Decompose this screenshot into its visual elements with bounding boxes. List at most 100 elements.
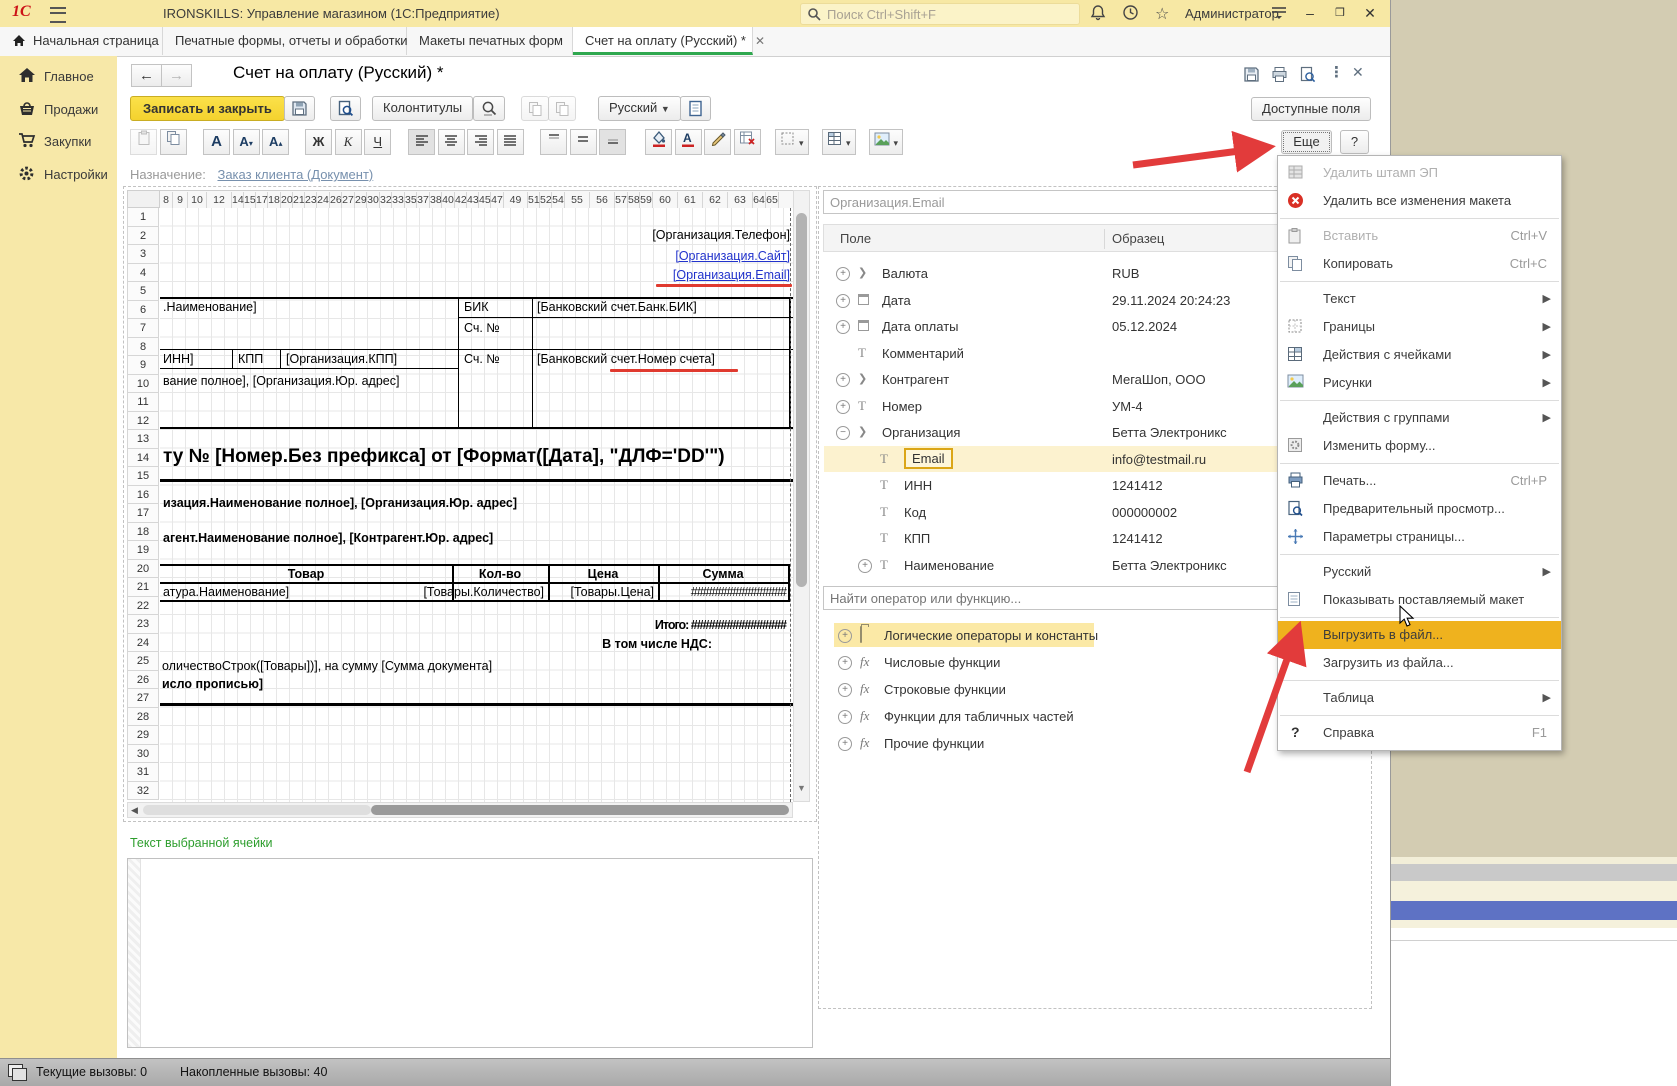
- column-header-17[interactable]: 17: [256, 192, 268, 209]
- column-header-60[interactable]: 60: [653, 192, 678, 209]
- column-header-55[interactable]: 55: [565, 192, 590, 209]
- row-header-2[interactable]: 2: [127, 227, 159, 246]
- sheet-cell-text[interactable]: [Организация.КПП]: [286, 352, 397, 366]
- sheet-cell-text[interactable]: Итого: ################: [655, 618, 786, 632]
- sheet-cell-text[interactable]: [Банковский счет.Банк.БИК]: [537, 300, 697, 314]
- menu-item-26[interactable]: ?СправкаF1: [1278, 719, 1561, 747]
- find-button[interactable]: [473, 96, 505, 121]
- field-label[interactable]: КПП: [904, 531, 930, 546]
- kebab-menu-icon[interactable]: ⋮: [1329, 63, 1344, 81]
- help-button[interactable]: ?: [1340, 130, 1369, 154]
- edit-cell-button[interactable]: [704, 129, 731, 155]
- row-header-26[interactable]: 26: [127, 671, 159, 690]
- row-header-6[interactable]: 6: [127, 301, 159, 320]
- save-icon[interactable]: [1243, 66, 1260, 86]
- maximize-button[interactable]: ❒: [1327, 3, 1353, 23]
- copy-columns-button[interactable]: [548, 96, 576, 121]
- scroll-left-icon[interactable]: ◀: [131, 805, 138, 816]
- insert-picture-button[interactable]: ▾: [869, 129, 903, 155]
- row-header-32[interactable]: 32: [127, 782, 159, 801]
- column-header-35[interactable]: 35: [405, 192, 417, 209]
- sheet-cell-text[interactable]: [Организация.Сайт]: [675, 249, 790, 263]
- sheet-cell-text[interactable]: оличествоСтрок([Товары])], на сумму [Сум…: [162, 659, 492, 673]
- cell-actions-button[interactable]: ▾: [822, 129, 856, 155]
- nav-forward-button[interactable]: →: [161, 64, 192, 87]
- valign-top-button[interactable]: [540, 129, 567, 155]
- increase-font-button[interactable]: A▴: [262, 129, 289, 155]
- save-and-close-button[interactable]: Записать и закрыть: [130, 96, 285, 121]
- row-header-20[interactable]: 20: [127, 560, 159, 579]
- menu-item-24[interactable]: Таблица▶: [1278, 684, 1561, 712]
- menu-item-8[interactable]: Действия с ячейками▶: [1278, 341, 1561, 369]
- column-header-30[interactable]: 30: [367, 192, 380, 209]
- tab-0[interactable]: Начальная страница: [0, 27, 163, 55]
- column-header-43[interactable]: 43: [467, 192, 479, 209]
- expand-plus-icon[interactable]: +: [838, 683, 852, 697]
- tab-3[interactable]: Счет на оплату (Русский) *✕: [573, 27, 753, 55]
- column-header-33[interactable]: 33: [392, 192, 405, 209]
- align-right-button[interactable]: [467, 129, 494, 155]
- column-header-38[interactable]: 38: [430, 192, 442, 209]
- expand-plus-icon[interactable]: +: [836, 373, 850, 387]
- sheet-cell-text[interactable]: атура.Наименование]: [163, 585, 289, 599]
- global-search-input[interactable]: Поиск Ctrl+Shift+F: [800, 3, 1080, 25]
- vertical-scrollbar-thumb[interactable]: [796, 213, 807, 587]
- sheet-cell-text[interactable]: [Товары.Количество]: [423, 585, 544, 599]
- sheet-cell-text[interactable]: .Наименование]: [163, 300, 257, 314]
- row-header-3[interactable]: 3: [127, 245, 159, 264]
- row-header-14[interactable]: 14: [127, 449, 159, 468]
- menu-item-6[interactable]: Текст▶: [1278, 285, 1561, 313]
- row-header-12[interactable]: 12: [127, 412, 159, 431]
- sheet-cell-text[interactable]: изация.Наименование полное], [Организаци…: [163, 496, 517, 510]
- expand-plus-icon[interactable]: +: [836, 294, 850, 308]
- field-label[interactable]: Номер: [882, 399, 922, 414]
- row-header-23[interactable]: 23: [127, 615, 159, 634]
- menu-item-14[interactable]: Печать...Ctrl+P: [1278, 467, 1561, 495]
- menu-item-11[interactable]: Действия с группами▶: [1278, 404, 1561, 432]
- copy-rows-button[interactable]: [521, 96, 549, 121]
- row-header-11[interactable]: 11: [127, 393, 159, 412]
- bold-button[interactable]: Ж: [305, 129, 332, 155]
- underline-button[interactable]: Ч: [364, 129, 391, 155]
- collapse-minus-icon[interactable]: −: [836, 426, 850, 440]
- horizontal-scrollbar[interactable]: ◀: [127, 802, 793, 818]
- print-preview-icon[interactable]: [1299, 66, 1316, 86]
- row-header-16[interactable]: 16: [127, 486, 159, 505]
- menu-item-12[interactable]: Изменить форму...: [1278, 432, 1561, 460]
- fill-color-button[interactable]: [645, 129, 672, 155]
- column-header-9[interactable]: 9: [173, 192, 188, 209]
- sheet-cell-text[interactable]: Товар: [288, 567, 325, 581]
- menu-item-0[interactable]: Удалить штамп ЭП: [1278, 159, 1561, 187]
- field-label[interactable]: Код: [904, 505, 926, 520]
- page-view-button[interactable]: [680, 96, 711, 121]
- field-label[interactable]: Дата: [882, 293, 911, 308]
- sheet-cell-text[interactable]: агент.Наименование полное], [Контрагент.…: [163, 531, 493, 545]
- column-header-8[interactable]: 8: [160, 192, 173, 209]
- sheet-cell-text[interactable]: ИНН]: [163, 352, 194, 366]
- row-header-21[interactable]: 21: [127, 578, 159, 597]
- sheet-cell-text[interactable]: [Организация.Телефон]: [652, 228, 790, 242]
- sheet-body[interactable]: [Организация.Телефон] [Организация.Сайт] […: [160, 208, 793, 802]
- row-header-7[interactable]: 7: [127, 319, 159, 338]
- column-header-12[interactable]: 12: [207, 192, 232, 209]
- row-header-18[interactable]: 18: [127, 523, 159, 542]
- row-header-24[interactable]: 24: [127, 634, 159, 653]
- sheet-cell-text[interactable]: [Банковский счет.Номер счета]: [537, 352, 715, 366]
- align-center-button[interactable]: [438, 129, 465, 155]
- column-header-59[interactable]: 59: [640, 192, 653, 209]
- menu-item-19[interactable]: Показывать поставляемый макет: [1278, 586, 1561, 614]
- menu-item-7[interactable]: Границы▶: [1278, 313, 1561, 341]
- minimize-button[interactable]: –: [1297, 3, 1323, 23]
- column-header-24[interactable]: 24: [317, 192, 330, 209]
- available-fields-button[interactable]: Доступные поля: [1251, 97, 1371, 121]
- menu-item-15[interactable]: Предварительный просмотр...: [1278, 495, 1561, 523]
- align-left-button[interactable]: [408, 129, 435, 155]
- column-header-29[interactable]: 29: [355, 192, 367, 209]
- sidebar-item-закупки[interactable]: Закупки: [0, 127, 117, 157]
- column-header-10[interactable]: 10: [188, 192, 207, 209]
- horizontal-scrollbar-track[interactable]: [143, 805, 371, 815]
- valign-center-button[interactable]: [570, 129, 597, 155]
- row-header-27[interactable]: 27: [127, 689, 159, 708]
- service-menu-icon[interactable]: [1270, 4, 1290, 22]
- font-button[interactable]: A: [203, 129, 230, 155]
